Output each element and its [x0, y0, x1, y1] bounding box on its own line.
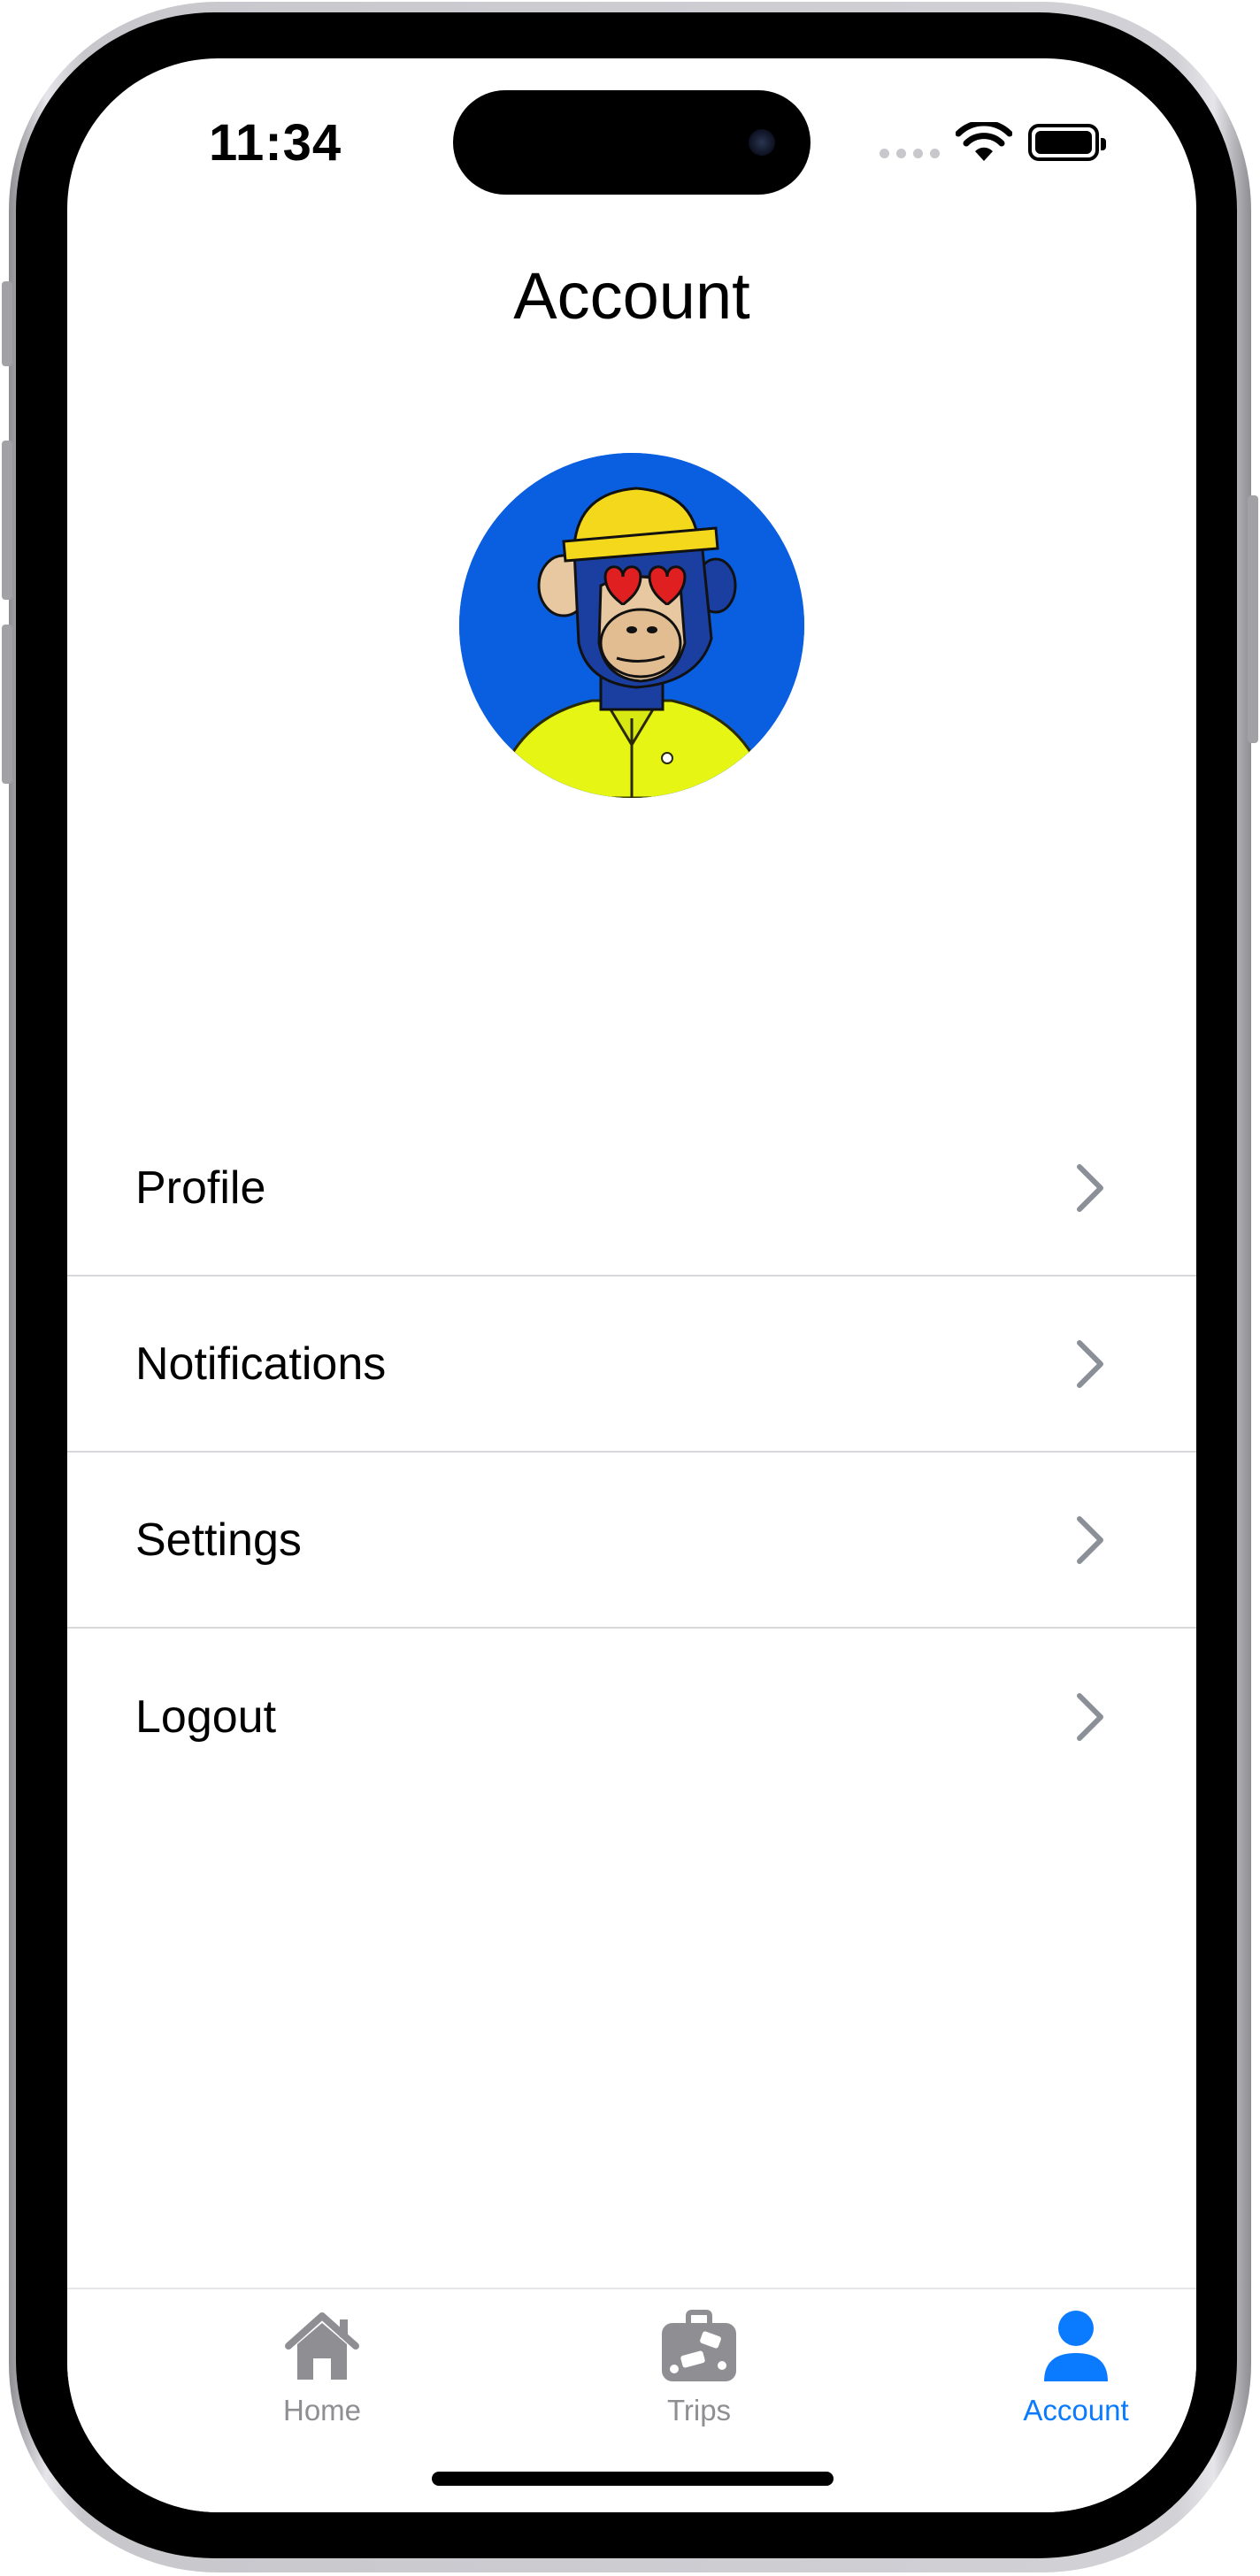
tab-label: Trips: [666, 2394, 732, 2426]
person-icon: [1044, 2311, 1108, 2381]
tab-trips[interactable]: Trips: [566, 2289, 832, 2449]
status-time: 11:34: [209, 114, 342, 172]
home-indicator[interactable]: [432, 2472, 834, 2486]
menu-item-notifications[interactable]: Notifications: [67, 1276, 1196, 1453]
avatar[interactable]: [459, 453, 804, 798]
action-button: [2, 281, 12, 366]
status-bar: 11:34: [67, 58, 1196, 218]
volume-down-button: [2, 625, 12, 784]
dynamic-island: [453, 90, 811, 195]
menu-item-label: Logout: [135, 1690, 277, 1743]
menu-item-label: Profile: [135, 1162, 266, 1214]
ape-avatar-illustration: [459, 453, 804, 798]
menu-item-logout[interactable]: Logout: [67, 1629, 1196, 1805]
page-title: Account: [513, 259, 750, 333]
camera-lens-icon: [749, 129, 775, 156]
screen: 11:34 Account Profile Notifications Sett…: [67, 58, 1196, 2512]
suitcase-icon: [662, 2310, 736, 2381]
cellular-signal-icon: [880, 149, 940, 158]
battery-icon: [1028, 124, 1106, 161]
tab-label: Home: [282, 2394, 362, 2426]
tab-account[interactable]: Account: [943, 2289, 1196, 2449]
wifi-icon: [956, 122, 1012, 161]
house-icon: [285, 2312, 359, 2380]
tab-home[interactable]: Home: [189, 2289, 455, 2449]
chevron-right-icon: [1077, 1339, 1103, 1388]
menu-item-profile[interactable]: Profile: [67, 1100, 1196, 1276]
volume-up-button: [2, 441, 12, 600]
account-menu: Profile Notifications Settings Logout: [67, 1100, 1196, 1805]
chevron-right-icon: [1077, 1163, 1103, 1212]
menu-item-label: Notifications: [135, 1338, 387, 1390]
phone-device: 11:34 Account Profile Notifications Sett…: [0, 0, 1260, 2576]
tab-label: Account: [1023, 2394, 1129, 2426]
chevron-right-icon: [1077, 1692, 1103, 1741]
menu-item-settings[interactable]: Settings: [67, 1453, 1196, 1629]
chevron-right-icon: [1077, 1515, 1103, 1564]
menu-item-label: Settings: [135, 1514, 302, 1566]
power-button: [1248, 495, 1258, 743]
